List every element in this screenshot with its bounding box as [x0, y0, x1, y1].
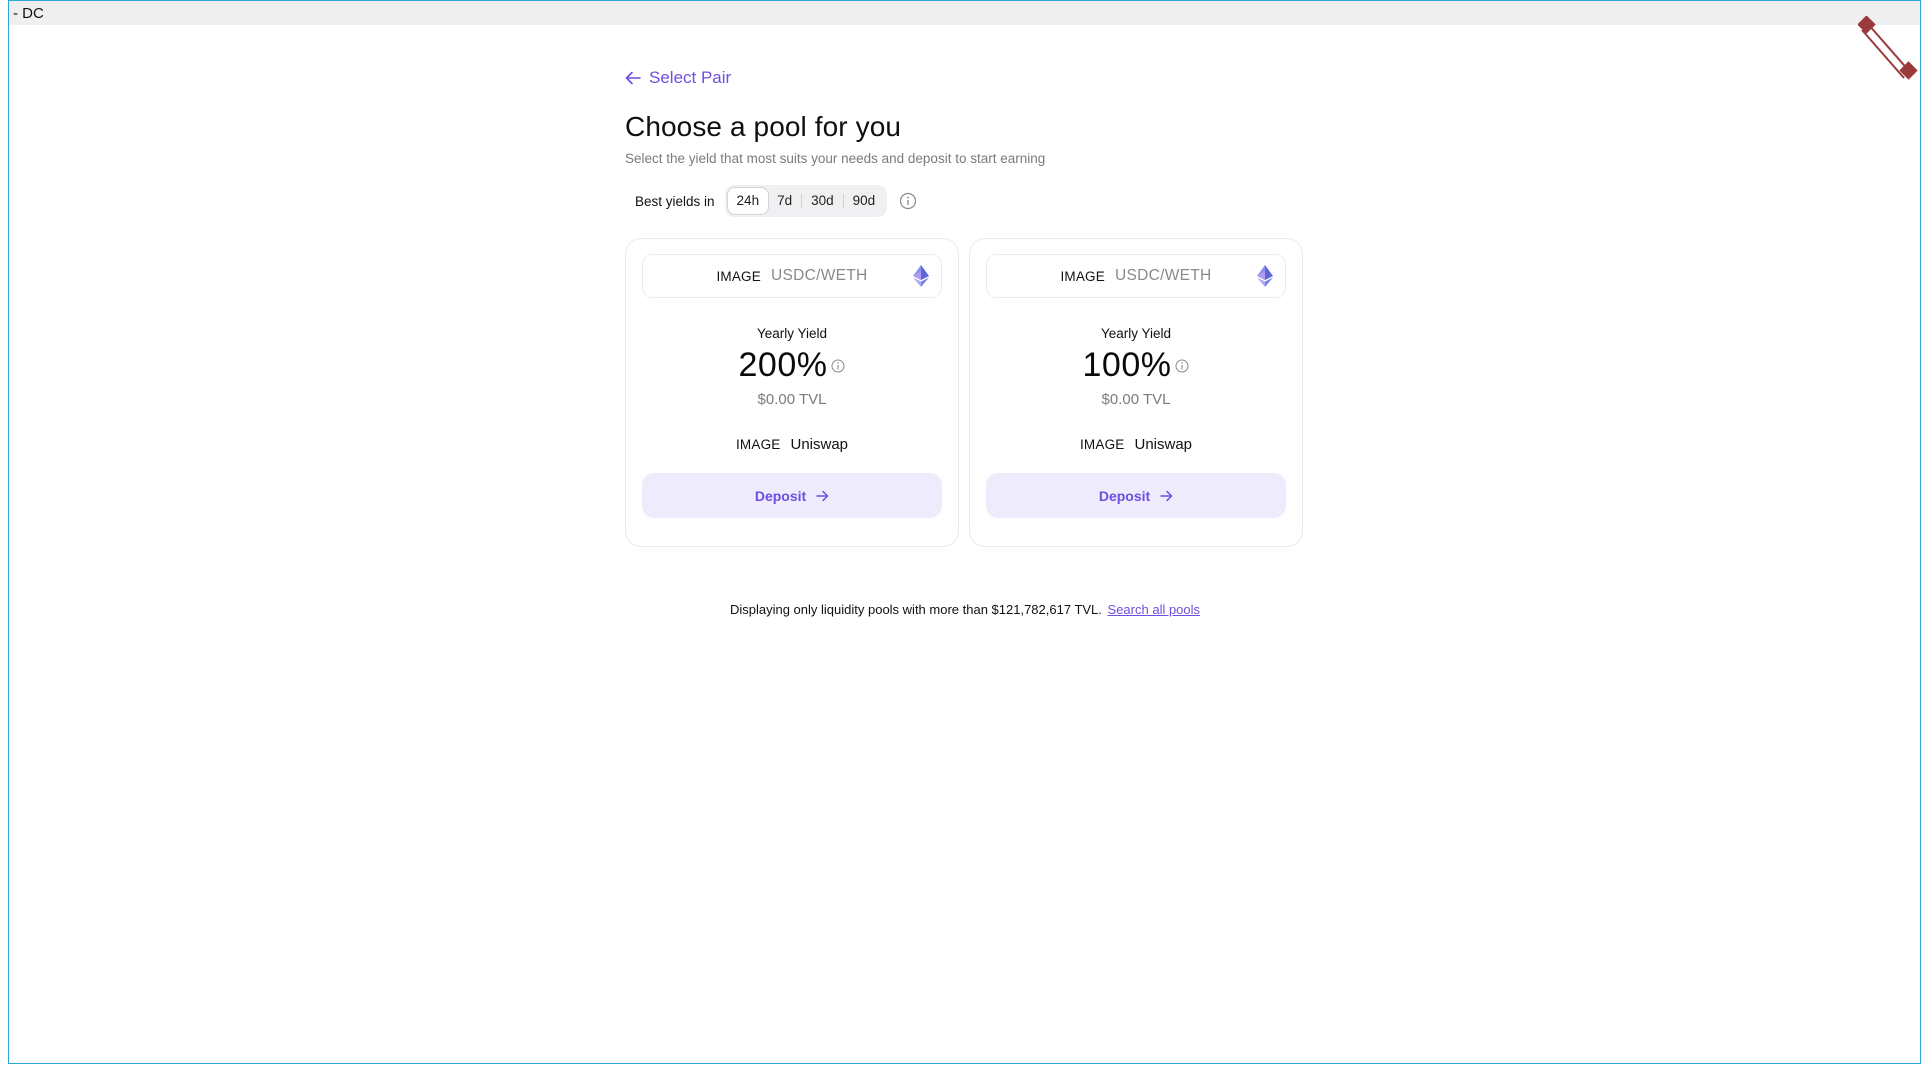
deposit-button[interactable]: Deposit — [642, 473, 942, 518]
back-link-label: Select Pair — [649, 68, 732, 87]
yield-row: 100% — [986, 345, 1286, 385]
tvl-filter-note: Displaying only liquidity pools with mor… — [0, 602, 1930, 617]
resize-handle-icon[interactable] — [1858, 16, 1918, 80]
yearly-yield-value: 200% — [738, 345, 828, 384]
window-titlebar: - DC — [9, 1, 1920, 25]
info-icon[interactable] — [831, 359, 845, 373]
period-option-7d[interactable]: 7d — [768, 188, 801, 214]
tvl-value: $0.00 TVL — [757, 391, 827, 408]
pair-image-placeholder: IMAGE — [1060, 268, 1105, 284]
arrow-right-icon — [816, 490, 829, 501]
yield-label: Yearly Yield — [756, 326, 828, 341]
deposit-button-label: Deposit — [1098, 487, 1151, 504]
yearly-yield-value: 100% — [1082, 345, 1172, 384]
token-pair: IMAGE USDC/WETH — [642, 254, 942, 298]
info-icon[interactable] — [1175, 359, 1189, 373]
window-title: - DC — [13, 5, 44, 22]
dex-image-placeholder: IMAGE — [1079, 437, 1125, 452]
pair-image-placeholder: IMAGE — [716, 268, 761, 284]
dex-info: IMAGE Uniswap — [986, 436, 1286, 453]
pool-card: IMAGE USDC/WETH Yearly Yield 200% $0.00 … — [625, 238, 959, 547]
token-pair: IMAGE USDC/WETH — [986, 254, 1286, 298]
period-option-24h[interactable]: 24h — [727, 188, 769, 214]
search-all-pools-link[interactable]: Search all pools — [1108, 602, 1201, 617]
ethereum-icon — [913, 265, 929, 287]
yield-period-filter: Best yields in 24h 7d 30d 90d — [625, 185, 1305, 217]
period-option-30d[interactable]: 30d — [802, 188, 843, 214]
yield-row: 200% — [642, 345, 942, 385]
dex-image-placeholder: IMAGE — [735, 437, 781, 452]
tvl-filter-text: Displaying only liquidity pools with mor… — [729, 602, 1102, 617]
period-segmented-control: 24h 7d 30d 90d — [724, 185, 888, 217]
dex-name: Uniswap — [1134, 436, 1193, 453]
tvl-value: $0.00 TVL — [1101, 391, 1171, 408]
back-to-select-pair-link[interactable]: Select Pair — [625, 66, 1305, 90]
deposit-button-label: Deposit — [754, 487, 807, 504]
arrow-left-icon — [625, 71, 641, 85]
pool-selection-page: Select Pair Choose a pool for you Select… — [625, 66, 1305, 547]
pair-name: USDC/WETH — [770, 267, 868, 284]
dex-name: Uniswap — [790, 436, 849, 453]
page-title: Choose a pool for you — [625, 111, 902, 142]
yield-label: Yearly Yield — [1100, 326, 1172, 341]
page-subtitle: Select the yield that most suits your ne… — [625, 151, 1046, 166]
arrow-right-icon — [1160, 490, 1173, 501]
filter-label: Best yields in — [635, 193, 715, 209]
ethereum-icon — [1257, 265, 1273, 287]
pool-card: IMAGE USDC/WETH Yearly Yield 100% $0.00 … — [969, 238, 1303, 547]
pair-name: USDC/WETH — [1114, 267, 1212, 284]
pool-cards: IMAGE USDC/WETH Yearly Yield 200% $0.00 … — [625, 238, 1305, 547]
info-icon[interactable] — [899, 192, 917, 210]
dex-info: IMAGE Uniswap — [642, 436, 942, 453]
period-option-90d[interactable]: 90d — [844, 188, 885, 214]
deposit-button[interactable]: Deposit — [986, 473, 1286, 518]
